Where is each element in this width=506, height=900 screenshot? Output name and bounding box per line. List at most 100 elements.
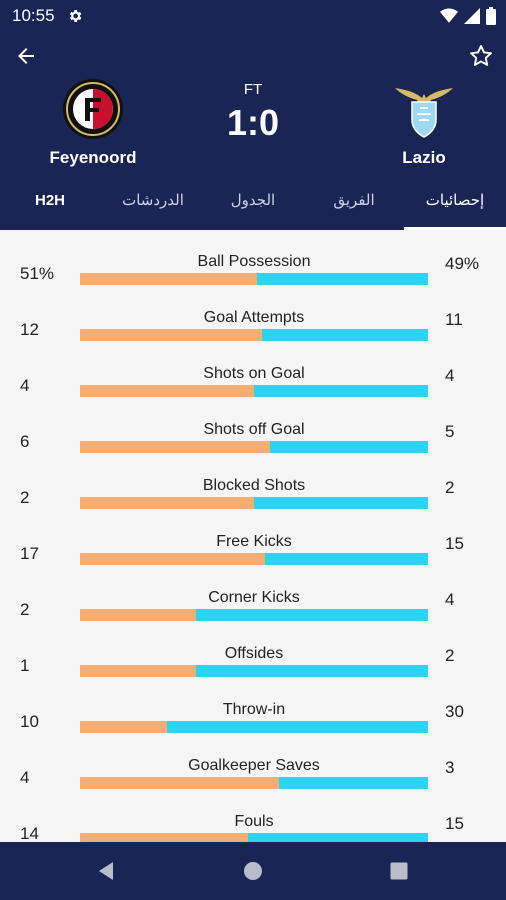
stat-bar-away [254,497,428,509]
tab-table[interactable]: الجدول [206,182,300,230]
stat-bar-home [80,665,196,677]
stat-bar-home [80,721,167,733]
stat-row: Blocked Shots 2 2 [0,454,506,510]
circle-home-icon [244,862,262,880]
stat-away-value: 11 [445,310,463,329]
arrow-back-icon [18,48,34,64]
stat-bar [80,777,428,789]
favorite-button[interactable] [468,43,494,69]
stat-bar-home [80,609,196,621]
stat-bar-away [195,609,428,621]
stat-row: Ball Possession 51% 49% [0,230,506,286]
stat-bar [80,665,428,677]
tab-chats[interactable]: الدردشات [100,182,206,230]
stat-label: Ball Possession [197,253,311,270]
battery-icon [486,7,496,30]
away-team-logo [393,78,455,140]
stat-label: Free Kicks [216,533,292,550]
stat-row: Throw-in 10 30 [0,678,506,734]
nav-recents-button[interactable] [389,861,409,881]
stat-label: Shots on Goal [203,365,305,382]
stat-away-value: 15 [445,814,464,833]
status-time: 10:55 [12,6,55,25]
stat-bar [80,385,428,397]
stat-bar-home [80,329,262,341]
stat-bar-away [248,833,428,842]
star-icon [470,45,492,66]
stat-away-value: 30 [445,702,464,721]
away-team[interactable]: Lazio [364,78,484,168]
stat-label: Goal Attempts [203,309,305,326]
stat-bar-away [261,329,428,341]
stat-away-value: 3 [445,758,455,777]
stat-home-value: 4 [20,768,30,787]
stat-away-value: 5 [445,422,455,441]
stat-row: Offsides 1 2 [0,622,506,678]
stat-bar-home [80,777,279,789]
stat-bar-away [167,721,428,733]
stat-label: Shots off Goal [203,421,305,438]
tab-stats[interactable]: إحصائيات [404,182,506,230]
stat-away-value: 49% [445,254,480,273]
back-button[interactable] [14,44,38,68]
tab-h2h[interactable]: H2H [0,182,100,230]
stat-row: Shots off Goal 6 5 [0,398,506,454]
stat-bar-away [257,273,428,285]
stat-home-value: 4 [20,376,30,395]
nav-home-button[interactable] [243,861,263,881]
stats-list[interactable]: Ball Possession 51% 49% Goal Attempts 12… [0,230,506,842]
stat-home-value: 2 [20,488,30,507]
nav-back-button[interactable] [96,861,116,881]
stat-bar-home [80,385,254,397]
stat-row: Fouls 14 15 [0,790,506,842]
stat-bar [80,833,428,842]
stat-away-value: 2 [445,478,455,497]
stat-row: Free Kicks 17 15 [0,510,506,566]
status-bar: 10:55 [0,0,506,32]
stat-home-value: 10 [20,712,39,731]
stat-label: Fouls [234,813,274,830]
stat-bar [80,441,428,453]
tab-team[interactable]: الفريق [300,182,408,230]
stat-away-value: 4 [445,366,455,385]
stat-row: Goalkeeper Saves 4 3 [0,734,506,790]
stat-home-value: 14 [20,824,39,842]
stat-bar [80,273,428,285]
stat-away-value: 15 [445,534,464,553]
stat-bar [80,329,428,341]
tab-bar: H2H الدردشات الجدول الفريق إحصائيات [0,182,506,230]
stat-label: Corner Kicks [208,589,300,606]
stat-bar [80,497,428,509]
stat-bar-home [80,497,254,509]
match-header: Feyenoord FT 1:0 Lazio H2H الدردشات الجد… [0,32,506,230]
stat-bar-away [278,777,428,789]
stat-bar-home [80,441,270,453]
stat-row: Shots on Goal 4 4 [0,342,506,398]
away-team-name: Lazio [402,148,446,167]
stat-bar [80,721,428,733]
stat-label: Blocked Shots [202,477,306,494]
stat-row: Corner Kicks 2 4 [0,566,506,622]
stat-home-value: 17 [20,544,39,563]
home-team-name: Feyenoord [49,148,137,167]
stat-home-value: 51% [20,264,55,283]
stat-bar-home [80,273,258,285]
stat-label: Offsides [224,645,284,662]
signal-icon [464,8,480,29]
stat-bar-away [269,441,428,453]
triangle-back-icon [99,862,113,880]
square-recents-icon [390,862,408,880]
stat-bar-home [80,553,265,565]
stat-home-value: 12 [20,320,39,339]
stat-bar-away [264,553,428,565]
system-nav-bar [0,842,506,900]
stat-home-value: 6 [20,432,30,451]
stat-bar [80,553,428,565]
stat-row: Goal Attempts 12 11 [0,286,506,342]
stat-bar [80,609,428,621]
stat-away-value: 2 [445,646,455,665]
stat-bar-away [254,385,428,397]
gear-icon [67,8,83,29]
stat-home-value: 2 [20,600,30,619]
stat-home-value: 1 [20,656,30,675]
